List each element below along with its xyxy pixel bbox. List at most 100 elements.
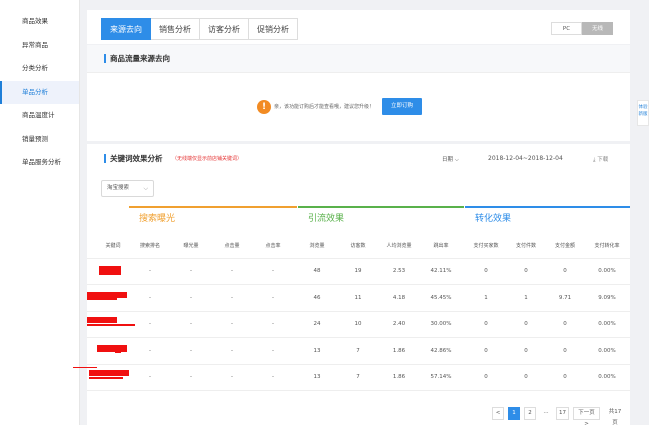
tab-sales-analysis[interactable]: 销售分析: [151, 18, 200, 40]
source-select-value: 淘宝搜索: [107, 185, 130, 191]
subscribe-now-button[interactable]: 立即订购: [382, 98, 423, 115]
cell-visitors: 11: [354, 294, 362, 301]
sidebar-item-single-product-analysis[interactable]: 单品分析: [0, 80, 79, 104]
table-row: - - - - 24 10 2.40 30.00% 0 0 0 0.00%: [87, 312, 630, 338]
group-label: 搜索曝光: [139, 214, 176, 224]
tab-promotion-analysis[interactable]: 促销分析: [249, 18, 298, 40]
redaction-mark: [87, 324, 135, 326]
warning-icon: !: [257, 99, 271, 114]
cell-pay-conversion: 9.09%: [598, 294, 616, 301]
sidebar-item-abnormal-products[interactable]: 异常商品: [0, 34, 79, 58]
col-paying-buyers[interactable]: 支付买家数: [467, 242, 505, 249]
cell-visitors: 7: [356, 347, 360, 354]
cell-paid-amount: 9.71: [558, 294, 572, 301]
table-row: - - - - 13 7 1.86 42.86% 0 0 0 0.00%: [87, 339, 630, 365]
cell-search-rank: -: [149, 321, 151, 327]
cell-ctr: -: [272, 347, 274, 354]
cell-pageviews: 13: [313, 374, 321, 380]
cell-search-rank: -: [149, 294, 151, 301]
cell-avg-pageviews: 4.18: [392, 294, 406, 301]
chevron-down-icon: ⌵: [143, 185, 148, 192]
keyword-panel: 关键词效果分析 （无线端仅显示前店铺关键词） 日期 ⌵ 2018-12-04~2…: [73, 144, 630, 425]
flow-panel-header: 商品流量来源去向: [87, 45, 630, 73]
pc-toggle-button[interactable]: PC: [551, 22, 582, 35]
cell-paying-buyers: 0: [484, 268, 488, 274]
group-traffic-effect: 引流效果: [298, 206, 464, 233]
keyword-panel-subtitle: （无线端仅显示前店铺关键词）: [172, 156, 243, 162]
source-select[interactable]: 淘宝搜索 ⌵: [101, 180, 154, 197]
col-ctr[interactable]: 点击率: [259, 242, 287, 249]
cell-pageviews: 13: [313, 347, 321, 354]
chevron-down-icon: ⌵: [454, 157, 459, 163]
sidebar-item-product-thermometer[interactable]: 商品温度计: [0, 104, 79, 128]
date-label: 日期: [442, 157, 454, 163]
cell-paid-pieces: 0: [524, 268, 528, 274]
date-picker[interactable]: 日期 ⌵: [442, 155, 459, 164]
cell-ctr: -: [272, 294, 274, 301]
cell-paid-amount: 0: [563, 374, 567, 380]
cell-paid-amount: 0: [563, 347, 567, 354]
keyword-redacted[interactable]: [73, 365, 132, 391]
total-pages: 共17页: [604, 407, 626, 425]
col-pageviews[interactable]: 浏览量: [303, 242, 331, 249]
col-keyword[interactable]: 关键词: [101, 242, 125, 249]
page-2-button[interactable]: 2: [524, 407, 536, 420]
keyword-redacted[interactable]: [87, 286, 132, 312]
download-icon: ⤓: [593, 157, 596, 163]
tab-visitor-analysis[interactable]: 访客分析: [200, 18, 249, 40]
cell-exposure: -: [190, 294, 192, 301]
cell-exposure: -: [190, 268, 192, 274]
table-row: - - - - 13 7 1.86 57.14% 0 0 0 0.00%: [73, 365, 630, 391]
col-bounce-rate[interactable]: 跳出率: [427, 242, 455, 249]
sidebar: 商品效果 异常商品 分类分析 单品分析 商品温度计 销量预测 单品服务分析: [0, 0, 80, 425]
col-search-rank[interactable]: 搜索排名: [133, 242, 167, 249]
redaction-mark: [99, 266, 121, 275]
table-row: - - - -46 11 4.18 45.45% 1 1 9.71 9.09%: [87, 286, 630, 312]
analysis-tabs: 来源去向 销售分析 访客分析 促销分析: [101, 18, 298, 40]
redaction-mark: [89, 377, 123, 379]
cell-ctr: -: [272, 268, 274, 274]
cell-search-rank: -: [149, 347, 151, 354]
col-paid-pieces[interactable]: 支付件数: [510, 242, 542, 249]
keyword-redacted[interactable]: [87, 312, 135, 338]
pagination: < 1 2 ... 17 下一页> 共17页: [492, 407, 630, 425]
try-new-version-tab[interactable]: 体验新版: [637, 100, 649, 126]
group-search-exposure: 搜索曝光: [129, 206, 297, 233]
col-avg-pageviews[interactable]: 人均浏览量: [379, 242, 419, 249]
cell-pay-conversion: 0.00%: [598, 347, 616, 354]
wireless-toggle-button[interactable]: 无线: [582, 22, 613, 35]
sidebar-item-category-analysis[interactable]: 分类分析: [0, 57, 79, 81]
page-17-button[interactable]: 17: [556, 407, 569, 420]
download-button[interactable]: ⤓ 下载: [593, 155, 608, 164]
keyword-panel-title: 关键词效果分析: [110, 154, 163, 163]
page-1-button[interactable]: 1: [508, 407, 520, 420]
cell-pageviews: 46: [313, 294, 321, 301]
col-visitors[interactable]: 访客数: [344, 242, 372, 249]
col-clicks[interactable]: 点击量: [218, 242, 246, 249]
cell-bounce-rate: 42.86%: [430, 347, 452, 354]
prev-page-button[interactable]: <: [492, 407, 504, 420]
sidebar-item-sales-forecast[interactable]: 销量预测: [0, 128, 79, 152]
metric-groups: 搜索曝光 引流效果 转化效果: [87, 206, 630, 233]
keyword-redacted[interactable]: [87, 259, 132, 285]
col-pay-conversion[interactable]: 支付转化率: [587, 242, 627, 249]
cell-paid-pieces: 0: [524, 374, 528, 380]
cell-clicks: -: [231, 374, 233, 380]
cell-bounce-rate: 42.11%: [430, 268, 452, 274]
cell-pageviews: 48: [313, 268, 321, 274]
keyword-redacted[interactable]: [87, 339, 132, 365]
cell-pageviews: 24: [313, 321, 321, 327]
download-label: 下载: [597, 157, 609, 163]
title-accent-bar: [104, 154, 106, 163]
sidebar-item-service-analysis[interactable]: 单品服务分析: [0, 151, 79, 175]
next-page-button[interactable]: 下一页>: [572, 407, 601, 425]
cell-paid-pieces: 0: [524, 321, 528, 327]
keyword-panel-header: 关键词效果分析 （无线端仅显示前店铺关键词） 日期 ⌵ 2018-12-04~2…: [87, 144, 630, 172]
cell-avg-pageviews: 2.40: [392, 321, 406, 327]
cell-bounce-rate: 57.14%: [430, 374, 452, 380]
cell-ctr: -: [272, 374, 274, 380]
sidebar-item-product-effect[interactable]: 商品效果: [0, 10, 79, 34]
tab-source-destination[interactable]: 来源去向: [101, 18, 151, 40]
col-paid-amount[interactable]: 支付金额: [549, 242, 581, 249]
col-exposure[interactable]: 曝光量: [177, 242, 205, 249]
